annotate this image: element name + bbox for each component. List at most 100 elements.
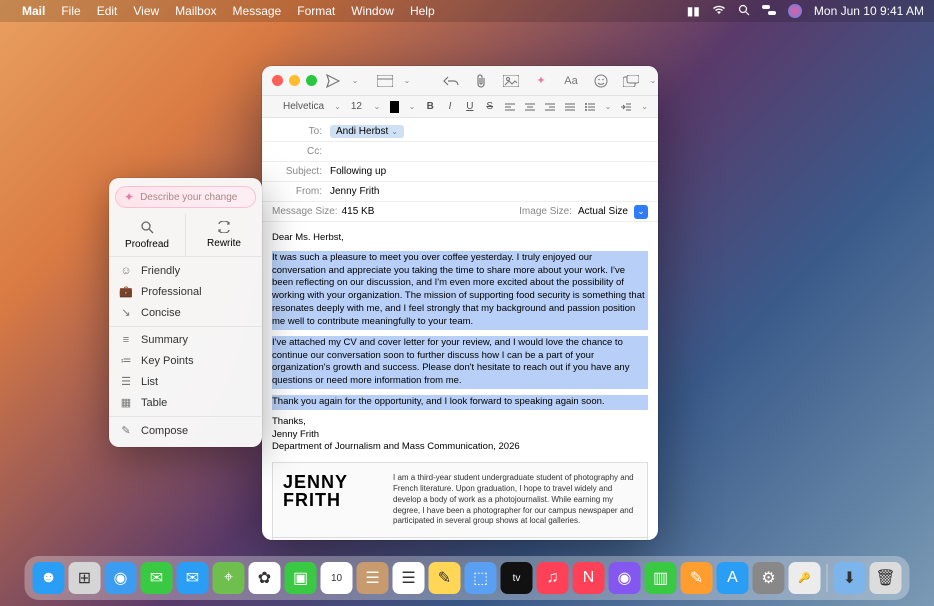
text-color-button[interactable] bbox=[390, 101, 398, 113]
underline-button[interactable]: U bbox=[465, 100, 475, 114]
tone-professional[interactable]: 💼 Professional bbox=[109, 281, 262, 302]
header-dropdown[interactable]: ⌄ bbox=[399, 73, 415, 89]
table-icon: ▦ bbox=[119, 396, 133, 409]
emoji-button[interactable] bbox=[593, 73, 609, 89]
image-size-dropdown[interactable]: ⌄ bbox=[634, 205, 648, 219]
dock-tv[interactable]: tv bbox=[501, 562, 533, 594]
format-button[interactable]: Aa bbox=[563, 73, 579, 89]
to-label: To: bbox=[272, 126, 322, 137]
subject-field[interactable]: Following up bbox=[330, 166, 648, 177]
align-justify-button[interactable] bbox=[565, 100, 575, 114]
dock-pages[interactable]: ✎ bbox=[681, 562, 713, 594]
dock-notes[interactable]: ✎ bbox=[429, 562, 461, 594]
dock-trash[interactable]: 🗑 bbox=[870, 562, 902, 594]
attach-button[interactable] bbox=[473, 73, 489, 89]
dock-settings[interactable]: ⚙ bbox=[753, 562, 785, 594]
transform-table[interactable]: ▦ Table bbox=[109, 392, 262, 413]
transform-list[interactable]: ☰ List bbox=[109, 371, 262, 392]
dock-safari[interactable]: ◉ bbox=[105, 562, 137, 594]
message-body[interactable]: Dear Ms. Herbst, It was such a pleasure … bbox=[262, 226, 658, 540]
dock-contacts[interactable]: ☰ bbox=[357, 562, 389, 594]
media-dropdown[interactable]: ⌄ bbox=[645, 73, 658, 89]
chevron-down-icon[interactable]: ⌄ bbox=[391, 127, 398, 136]
dock-downloads[interactable]: ⬇ bbox=[834, 562, 866, 594]
describe-change-input[interactable]: ✦ Describe your change bbox=[115, 186, 256, 208]
tone-friendly[interactable]: ☺ Friendly bbox=[109, 261, 262, 281]
from-field[interactable]: Jenny Frith bbox=[330, 186, 648, 197]
attachment-preview[interactable]: JENNY FRITH I am a third-year student un… bbox=[272, 462, 648, 538]
close-button[interactable] bbox=[272, 75, 283, 86]
dock-launchpad[interactable]: ⊞ bbox=[69, 562, 101, 594]
menu-view[interactable]: View bbox=[133, 4, 159, 18]
zoom-button[interactable] bbox=[306, 75, 317, 86]
menu-app[interactable]: Mail bbox=[22, 4, 45, 18]
header-fields-button[interactable] bbox=[377, 73, 393, 89]
spotlight-icon[interactable] bbox=[738, 4, 750, 19]
menu-mailbox[interactable]: Mailbox bbox=[175, 4, 216, 18]
writing-tools-button[interactable]: ✦ bbox=[533, 73, 549, 89]
align-center-button[interactable] bbox=[525, 100, 535, 114]
font-size-select[interactable]: 12 bbox=[351, 101, 364, 112]
wifi-icon[interactable] bbox=[712, 4, 726, 18]
send-dropdown[interactable]: ⌄ bbox=[347, 73, 363, 89]
media-browser-button[interactable] bbox=[623, 73, 639, 89]
reply-button[interactable] bbox=[443, 73, 459, 89]
body-sig: Department of Journalism and Mass Commun… bbox=[272, 441, 648, 454]
bold-button[interactable]: B bbox=[425, 100, 435, 114]
dock-facetime[interactable]: ▣ bbox=[285, 562, 317, 594]
dock-maps[interactable]: ⌖ bbox=[213, 562, 245, 594]
pencil-icon: ✎ bbox=[119, 424, 133, 437]
dock-reminders[interactable]: ☰ bbox=[393, 562, 425, 594]
dock-app-store[interactable]: A bbox=[717, 562, 749, 594]
dock-freeform[interactable]: ⬚ bbox=[465, 562, 497, 594]
font-family-select[interactable]: Helvetica bbox=[282, 101, 324, 112]
sparkle-icon: ✦ bbox=[124, 190, 134, 204]
menu-help[interactable]: Help bbox=[410, 4, 435, 18]
proofread-button[interactable]: Proofread bbox=[109, 214, 186, 256]
menu-message[interactable]: Message bbox=[233, 4, 282, 18]
to-field[interactable]: Andi Herbst ⌄ bbox=[330, 125, 648, 138]
dock-podcasts[interactable]: ◉ bbox=[609, 562, 641, 594]
control-center-icon[interactable] bbox=[762, 4, 776, 18]
minimize-button[interactable] bbox=[289, 75, 300, 86]
align-left-button[interactable] bbox=[505, 100, 515, 114]
message-size-label: Message Size: bbox=[272, 206, 338, 217]
recipient-name: Andi Herbst bbox=[336, 126, 388, 137]
compose-button[interactable]: ✎ Compose bbox=[109, 420, 262, 441]
tone-concise[interactable]: ↘ Concise bbox=[109, 302, 262, 323]
dock-messages[interactable]: ✉ bbox=[141, 562, 173, 594]
insert-photo-button[interactable] bbox=[503, 73, 519, 89]
dock-numbers[interactable]: ▥ bbox=[645, 562, 677, 594]
menu-file[interactable]: File bbox=[61, 4, 80, 18]
concise-label: Concise bbox=[141, 307, 181, 319]
battery-icon[interactable]: ▮▮ bbox=[687, 4, 700, 18]
dock-news[interactable]: N bbox=[573, 562, 605, 594]
body-name: Jenny Frith bbox=[272, 429, 648, 442]
siri-icon[interactable] bbox=[788, 4, 802, 18]
menu-edit[interactable]: Edit bbox=[97, 4, 118, 18]
align-right-button[interactable] bbox=[545, 100, 555, 114]
dock-mail[interactable]: ✉ bbox=[177, 562, 209, 594]
dock-music[interactable]: ♫ bbox=[537, 562, 569, 594]
dock-separator bbox=[827, 564, 828, 592]
dock-calendar[interactable]: 10 bbox=[321, 562, 353, 594]
menu-window[interactable]: Window bbox=[351, 4, 394, 18]
rewrite-button[interactable]: Rewrite bbox=[186, 214, 262, 256]
message-headers: To: Andi Herbst ⌄ Cc: Subject: Following… bbox=[262, 118, 658, 226]
writing-tools-panel: ✦ Describe your change Proofread Rewrite… bbox=[109, 178, 262, 447]
menubar-datetime[interactable]: Mon Jun 10 9:41 AM bbox=[814, 4, 924, 18]
send-button[interactable] bbox=[325, 73, 341, 89]
dock-passwords[interactable]: 🔑 bbox=[789, 562, 821, 594]
transform-keypoints[interactable]: ≔ Key Points bbox=[109, 350, 262, 371]
resume-firstname: JENNY bbox=[283, 473, 375, 491]
strike-button[interactable]: S bbox=[485, 100, 495, 114]
indent-right-button[interactable] bbox=[621, 100, 631, 114]
format-bar: Helvetica ⌄ 12 ⌄ ⌄ B I U S ⌄ ⌄ bbox=[262, 96, 658, 118]
italic-button[interactable]: I bbox=[445, 100, 455, 114]
dock-photos[interactable]: ✿ bbox=[249, 562, 281, 594]
menu-format[interactable]: Format bbox=[297, 4, 335, 18]
recipient-pill[interactable]: Andi Herbst ⌄ bbox=[330, 125, 404, 138]
list-button[interactable] bbox=[585, 100, 595, 114]
transform-summary[interactable]: ≡ Summary bbox=[109, 330, 262, 350]
dock-finder[interactable]: ☻ bbox=[33, 562, 65, 594]
